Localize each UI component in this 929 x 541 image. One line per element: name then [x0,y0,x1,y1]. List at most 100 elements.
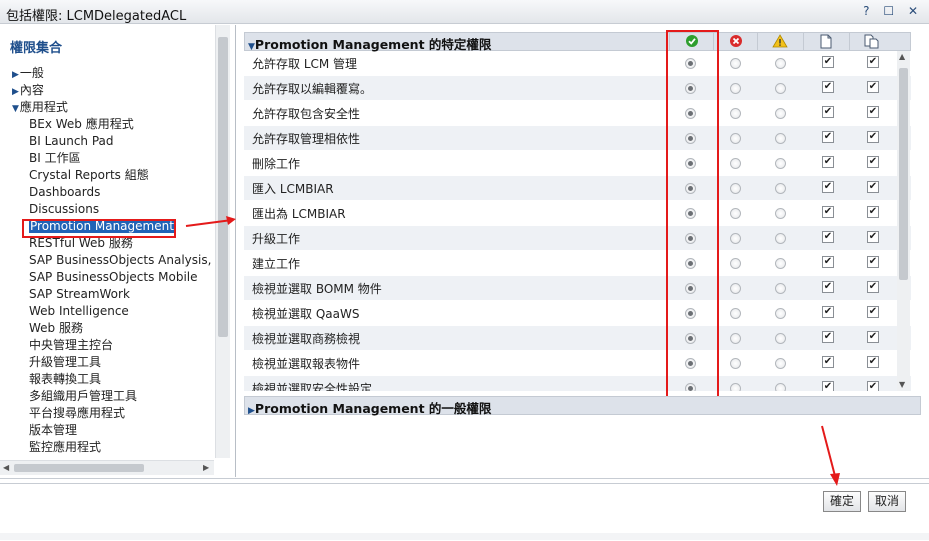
tree-item[interactable]: Dashboards [0,184,214,201]
denied-radio[interactable] [730,158,741,169]
annotation-arrow-icon [185,216,236,227]
denied-radio[interactable] [730,183,741,194]
not-specified-radio[interactable] [775,108,786,119]
denied-radio[interactable] [730,383,741,391]
scroll-down-icon[interactable]: ▼ [899,380,905,389]
ok-button[interactable]: 確定 [823,491,862,512]
apply-to-object-checkbox[interactable]: ✔ [822,231,834,243]
not-specified-radio[interactable] [775,183,786,194]
apply-to-subobjects-checkbox[interactable]: ✔ [867,156,879,168]
right-label: 檢視並選取 BOMM 物件 [252,282,382,296]
not-specified-radio[interactable] [775,58,786,69]
denied-radio[interactable] [730,258,741,269]
denied-radio[interactable] [730,283,741,294]
denied-radio[interactable] [730,358,741,369]
apply-to-subobjects-checkbox[interactable]: ✔ [867,281,879,293]
collapsed-triangle-icon[interactable]: ▶ [12,87,19,97]
apply-to-subobjects-checkbox[interactable]: ✔ [867,181,879,193]
tree-item[interactable]: BEx Web 應用程式 [0,116,214,133]
denied-radio[interactable] [730,233,741,244]
tree-item[interactable]: 報表轉換工具 [0,371,214,388]
not-specified-radio[interactable] [775,283,786,294]
apply-to-object-checkbox[interactable]: ✔ [822,56,834,68]
apply-to-object-checkbox[interactable]: ✔ [822,306,834,318]
tree-item[interactable]: ▼應用程式 [0,99,214,116]
rights-vertical-scrollbar[interactable]: ▲ ▼ [897,51,910,391]
not-specified-radio[interactable] [775,383,786,391]
scroll-up-icon[interactable]: ▲ [899,52,905,61]
tree-item[interactable]: 平台搜尋應用程式 [0,405,214,422]
tree-item-label: 版本管理 [29,423,78,437]
scroll-right-icon[interactable]: ▶ [203,463,209,472]
apply-to-subobjects-checkbox[interactable]: ✔ [867,131,879,143]
not-specified-radio[interactable] [775,83,786,94]
not-specified-radio[interactable] [775,258,786,269]
apply-to-subobjects-checkbox[interactable]: ✔ [867,106,879,118]
apply-to-subobjects-checkbox[interactable]: ✔ [867,331,879,343]
apply-to-object-checkbox[interactable]: ✔ [822,381,834,391]
tree-item[interactable]: SAP BusinessObjects Analysis, e [0,252,223,269]
tree-item[interactable]: 監控應用程式 [0,439,214,456]
table-row: 允許存取包含安全性 ✔ ✔ [244,101,911,126]
apply-to-object-checkbox[interactable]: ✔ [822,181,834,193]
apply-to-object-checkbox[interactable]: ✔ [822,106,834,118]
tree-item[interactable]: SAP BusinessObjects Mobile [0,269,214,286]
apply-to-object-checkbox[interactable]: ✔ [822,131,834,143]
denied-radio[interactable] [730,58,741,69]
denied-radio[interactable] [730,308,741,319]
scroll-left-icon[interactable]: ◀ [3,463,9,472]
scroll-thumb[interactable] [899,68,908,280]
not-specified-radio[interactable] [775,208,786,219]
apply-to-object-checkbox[interactable]: ✔ [822,156,834,168]
apply-to-object-checkbox[interactable]: ✔ [822,356,834,368]
tree-item[interactable]: Web Intelligence [0,303,214,320]
denied-radio[interactable] [730,133,741,144]
tree-item[interactable]: ▶一般 [0,65,214,82]
apply-to-object-checkbox[interactable]: ✔ [822,81,834,93]
tree-item[interactable]: BI 工作區 [0,150,214,167]
apply-to-subobjects-checkbox[interactable]: ✔ [867,356,879,368]
apply-to-subobjects-checkbox[interactable]: ✔ [867,56,879,68]
not-specified-radio[interactable] [775,158,786,169]
apply-to-object-checkbox[interactable]: ✔ [822,331,834,343]
denied-radio[interactable] [730,83,741,94]
expanded-triangle-icon[interactable]: ▼ [12,104,19,114]
not-specified-radio[interactable] [775,233,786,244]
tree-item[interactable]: Discussions [0,201,214,218]
tree-item[interactable]: 升級管理工具 [0,354,214,371]
apply-to-object-checkbox[interactable]: ✔ [822,281,834,293]
apply-to-subobjects-checkbox[interactable]: ✔ [867,381,879,391]
denied-radio[interactable] [730,108,741,119]
collapsed-triangle-icon[interactable]: ▶ [12,70,19,80]
apply-to-object-checkbox[interactable]: ✔ [822,256,834,268]
scroll-thumb[interactable] [14,464,144,472]
tree-horizontal-scrollbar[interactable]: ◀ ▶ [0,460,214,475]
close-icon[interactable]: ✕ [908,4,923,18]
not-specified-radio[interactable] [775,133,786,144]
not-specified-radio[interactable] [775,358,786,369]
not-specified-radio[interactable] [775,333,786,344]
tree-vertical-scrollbar[interactable] [215,25,230,458]
cancel-button[interactable]: 取消 [868,491,907,512]
tree-item[interactable]: SAP StreamWork [0,286,214,303]
tree-item[interactable]: 中央管理主控台 [0,337,214,354]
denied-radio[interactable] [730,333,741,344]
apply-to-subobjects-checkbox[interactable]: ✔ [867,306,879,318]
apply-to-subobjects-checkbox[interactable]: ✔ [867,81,879,93]
maximize-icon[interactable]: ☐ [883,4,899,18]
apply-to-subobjects-checkbox[interactable]: ✔ [867,256,879,268]
apply-to-subobjects-checkbox[interactable]: ✔ [867,206,879,218]
tree-item[interactable]: Web 服務 [0,320,214,337]
denied-radio[interactable] [730,208,741,219]
apply-to-object-checkbox[interactable]: ✔ [822,206,834,218]
tree-item[interactable]: 多組織用戶管理工具 [0,388,214,405]
tree-item[interactable]: 版本管理 [0,422,214,439]
section-general-rights-header[interactable]: ▶Promotion Management 的一般權限 [244,396,921,416]
apply-to-subobjects-checkbox[interactable]: ✔ [867,231,879,243]
scroll-thumb[interactable] [218,37,228,337]
tree-item[interactable]: BI Launch Pad [0,133,214,150]
help-icon[interactable]: ? [863,4,874,18]
tree-item[interactable]: Crystal Reports 組態 [0,167,214,184]
tree-item[interactable]: ▶內容 [0,82,214,99]
not-specified-radio[interactable] [775,308,786,319]
